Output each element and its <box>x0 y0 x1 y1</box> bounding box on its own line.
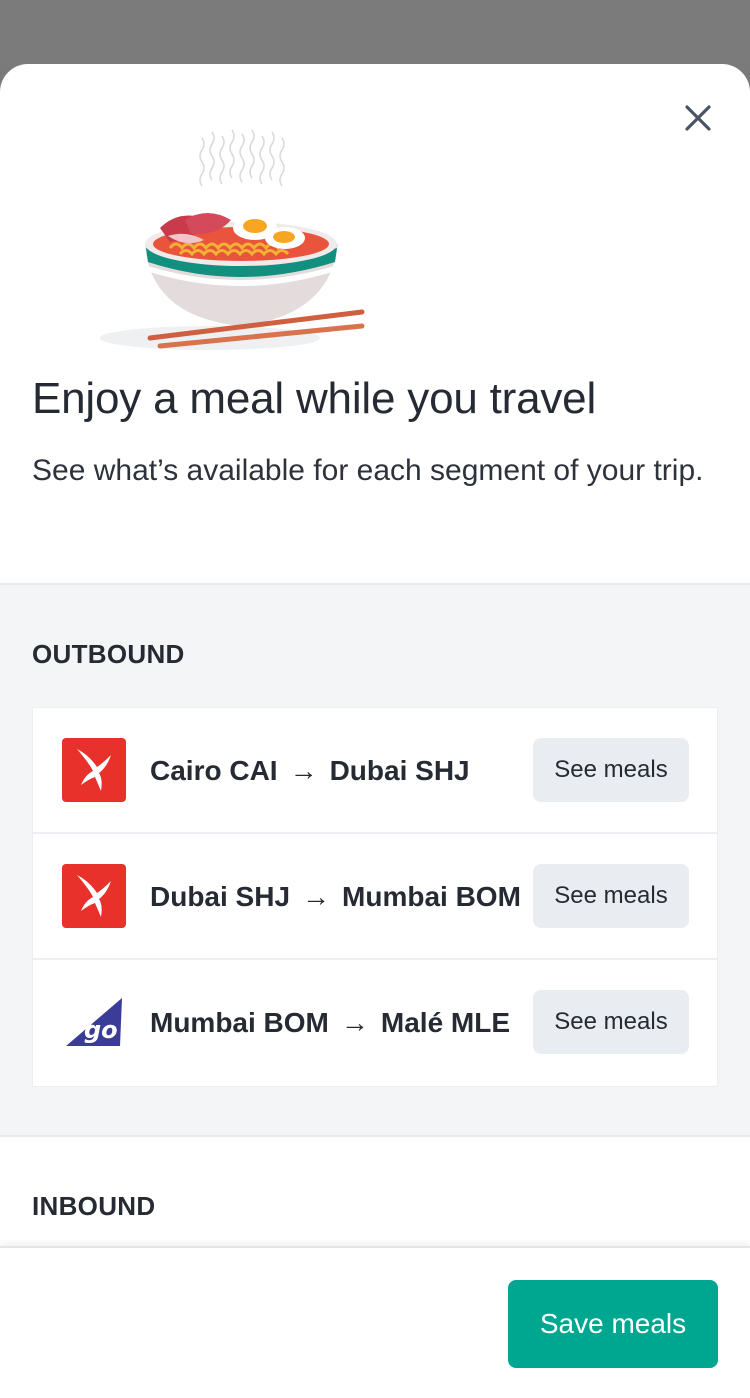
gazelle-icon <box>77 875 111 917</box>
close-button[interactable] <box>672 92 724 144</box>
noodle-bowl-illustration <box>100 129 365 350</box>
air-arabia-logo <box>62 864 126 928</box>
inbound-title: INBOUND <box>32 1191 156 1221</box>
close-icon <box>685 105 711 131</box>
segment-route: Mumbai BOM → Malé MLE <box>150 960 510 1086</box>
arrow-right-icon: → <box>302 881 331 912</box>
arrow-right-icon: → <box>289 755 318 786</box>
page-subtitle: See what’s available for each segment of… <box>32 454 704 487</box>
segment-row: go Mumbai BOM → Malé MLE See meals <box>33 960 717 1086</box>
destination: Mumbai BOM <box>342 881 521 912</box>
origin: Cairo CAI <box>150 755 278 786</box>
air-arabia-logo <box>62 738 126 802</box>
outbound-title: OUTBOUND <box>32 639 185 669</box>
modal-backdrop[interactable] <box>0 0 750 64</box>
outbound-section: OUTBOUND Cairo CAI → Dubai SHJ See meals <box>0 585 750 1135</box>
destination: Dubai SHJ <box>329 755 470 786</box>
go-air-logo: go <box>62 990 126 1054</box>
inbound-section: INBOUND <box>0 1137 750 1247</box>
segment-row: Dubai SHJ → Mumbai BOM See meals <box>33 834 717 960</box>
sheet-footer: Save meals <box>0 1246 750 1398</box>
segment-route: Dubai SHJ → Mumbai BOM <box>150 834 521 960</box>
see-meals-button[interactable]: See meals <box>533 864 689 928</box>
destination: Malé MLE <box>380 1007 511 1038</box>
segment-list: Cairo CAI → Dubai SHJ See meals Dubai SH… <box>32 707 718 1087</box>
go-air-icon: go <box>66 998 122 1046</box>
gazelle-icon <box>77 749 111 791</box>
page-title: Enjoy a meal while you travel <box>32 374 597 423</box>
see-meals-button[interactable]: See meals <box>533 738 689 802</box>
arrow-right-icon: → <box>340 1007 369 1038</box>
meals-bottom-sheet: Enjoy a meal while you travel See what’s… <box>0 64 750 1398</box>
origin: Dubai SHJ <box>150 881 291 912</box>
save-meals-button[interactable]: Save meals <box>508 1280 718 1368</box>
segment-route: Cairo CAI → Dubai SHJ <box>150 708 470 834</box>
segment-row: Cairo CAI → Dubai SHJ See meals <box>33 708 717 834</box>
origin: Mumbai BOM <box>150 1007 329 1038</box>
see-meals-button[interactable]: See meals <box>533 990 689 1054</box>
svg-text:go: go <box>84 1016 118 1044</box>
